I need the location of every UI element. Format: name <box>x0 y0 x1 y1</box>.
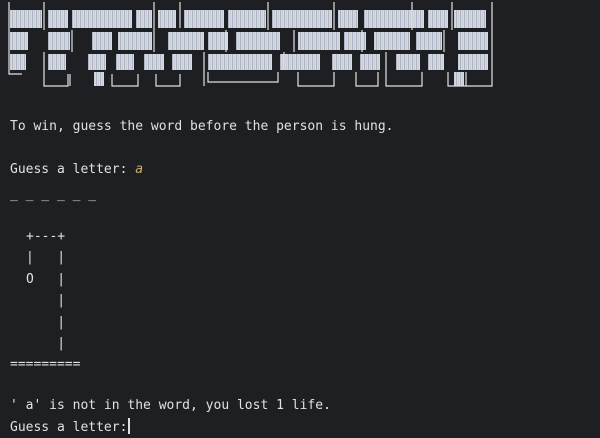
gallows-line: +---+ <box>26 229 66 244</box>
gallows-line: | <box>26 336 66 352</box>
gallows-line: | | <box>26 250 66 266</box>
guess-prompt-line: Guess a letter: a <box>10 161 143 179</box>
result-message: ' a' is not in the word, you lost 1 life… <box>10 398 331 413</box>
hangman-gallows: +---+ | | O | | | | ========= <box>10 226 80 376</box>
guess-prompt: Guess a letter: <box>10 420 128 435</box>
ascii-art-banner <box>8 2 493 87</box>
terminal-output[interactable]: To win, guess the word before the person… <box>0 0 600 438</box>
guess-input-echo: a <box>135 162 144 177</box>
gallows-base: ========= <box>10 357 81 373</box>
intro-text: To win, guess the word before the person… <box>10 119 394 134</box>
input-line[interactable]: Guess a letter: <box>10 418 131 436</box>
guess-prompt: Guess a letter: <box>10 162 136 177</box>
gallows-line: O | <box>26 271 66 287</box>
word-blanks: _ _ _ _ _ _ <box>10 187 97 202</box>
text-cursor <box>128 418 131 434</box>
gallows-line: | <box>26 293 66 309</box>
gallows-line: | <box>26 314 66 330</box>
